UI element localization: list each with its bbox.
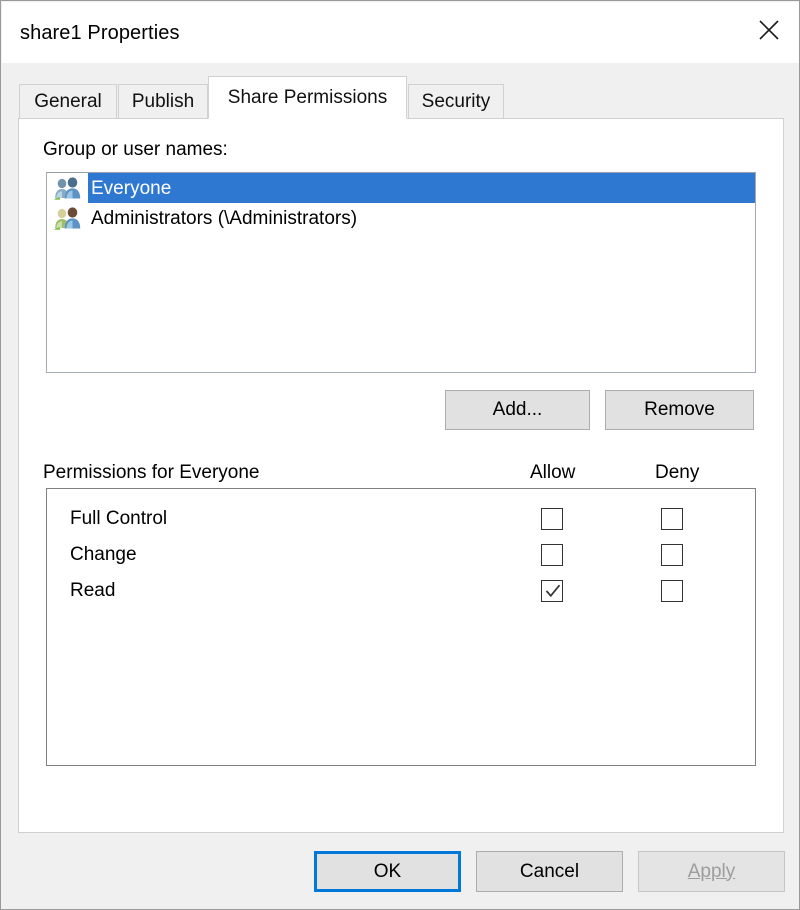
apply-button-label: Apply xyxy=(687,860,736,882)
permissions-for-label: Permissions for Everyone xyxy=(43,462,260,483)
selection-highlight xyxy=(88,173,755,203)
permission-row: Change xyxy=(47,537,755,573)
checkbox-allow-change[interactable] xyxy=(541,544,563,566)
checkbox-allow-full-control[interactable] xyxy=(541,508,563,530)
group-users-icon xyxy=(53,205,83,231)
cancel-button[interactable]: Cancel xyxy=(476,851,623,892)
checkbox-allow-read[interactable] xyxy=(541,580,563,602)
permission-row: Full Control xyxy=(47,501,755,537)
add-button[interactable]: Add... xyxy=(445,390,590,430)
permission-name: Change xyxy=(70,544,137,565)
column-header-allow: Allow xyxy=(530,462,576,483)
list-item[interactable]: Administrators (\Administrators) xyxy=(47,203,755,233)
column-header-deny: Deny xyxy=(655,462,700,483)
checkmark-icon xyxy=(545,584,561,598)
checkbox-deny-read[interactable] xyxy=(661,580,683,602)
permissions-grid: Full Control Change Read xyxy=(46,488,756,766)
share-properties-dialog: share1 Properties General Publish Share … xyxy=(0,0,800,910)
permission-name: Read xyxy=(70,580,116,601)
tab-publish[interactable]: Publish xyxy=(118,84,208,119)
tab-strip: General Publish Share Permissions Securi… xyxy=(2,63,799,119)
permission-row: Read xyxy=(47,573,755,609)
ok-button[interactable]: OK xyxy=(314,851,461,892)
list-item-label: Everyone xyxy=(88,178,175,198)
group-user-listbox[interactable]: Everyone Administrators (\Administrators… xyxy=(46,172,756,373)
window-title: share1 Properties xyxy=(20,22,180,44)
title-bar: share1 Properties xyxy=(2,2,799,63)
permission-name: Full Control xyxy=(70,508,168,529)
footer-divider xyxy=(2,833,799,834)
list-item-label: Administrators (\Administrators) xyxy=(91,207,358,229)
tab-general[interactable]: General xyxy=(19,84,117,119)
group-users-icon xyxy=(53,175,83,201)
remove-button[interactable]: Remove xyxy=(605,390,754,430)
checkbox-deny-full-control[interactable] xyxy=(661,508,683,530)
group-or-user-names-label: Group or user names: xyxy=(43,139,228,160)
close-icon[interactable] xyxy=(738,2,799,58)
tab-share-permissions[interactable]: Share Permissions xyxy=(208,76,407,119)
apply-button: Apply xyxy=(638,851,785,892)
checkbox-deny-change[interactable] xyxy=(661,544,683,566)
list-item[interactable]: Everyone xyxy=(47,173,755,203)
tab-security[interactable]: Security xyxy=(408,84,504,119)
